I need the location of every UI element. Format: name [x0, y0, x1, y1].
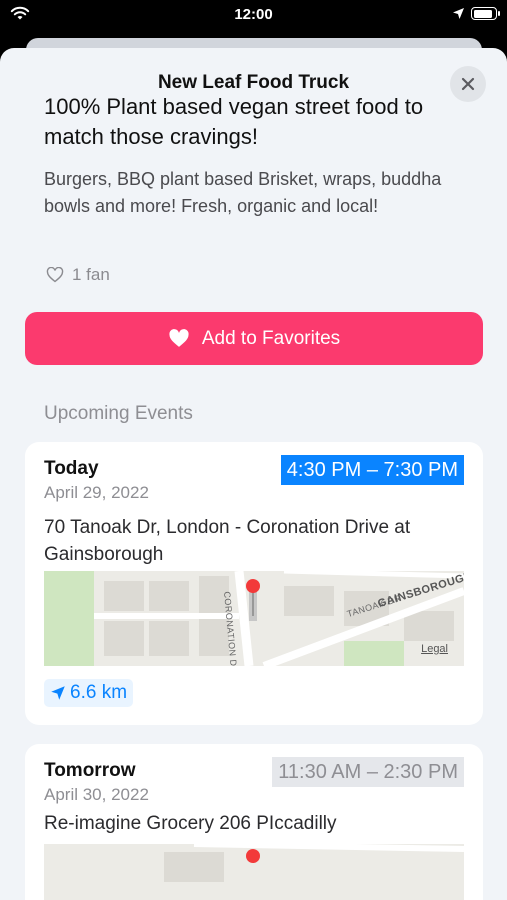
- truck-headline: 100% Plant based vegan street food to ma…: [44, 94, 424, 149]
- event-card[interactable]: Tomorrow April 30, 2022 11:30 AM – 2:30 …: [25, 744, 483, 900]
- battery-icon: [471, 7, 500, 20]
- map-legal-link[interactable]: Legal: [421, 643, 448, 655]
- heart-outline-icon: [46, 267, 64, 283]
- truck-description: Burgers, BBQ plant based Brisket, wraps,…: [44, 169, 442, 216]
- event-date: April 30, 2022: [44, 785, 149, 804]
- event-date: April 29, 2022: [44, 483, 149, 502]
- event-day: Today: [44, 458, 99, 479]
- add-to-favorites-label: Add to Favorites: [201, 327, 341, 349]
- location-arrow-icon: [51, 686, 65, 700]
- status-bar: 12:00: [0, 0, 507, 30]
- event-card[interactable]: Today April 29, 2022 4:30 PM – 7:30 PM 7…: [25, 442, 483, 725]
- upcoming-events-heading: Upcoming Events: [44, 403, 193, 424]
- fan-count-label: 1 fan: [72, 265, 110, 284]
- status-time: 12:00: [234, 6, 273, 23]
- event-address: 70 Tanoak Dr, London - Coronation Drive …: [44, 517, 411, 565]
- location-arrow-icon: [452, 7, 465, 25]
- event-time-badge: 11:30 AM – 2:30 PM: [272, 757, 464, 787]
- event-address: Re-imagine Grocery 206 PIccadilly: [44, 813, 337, 834]
- event-time-badge: 4:30 PM – 7:30 PM: [280, 455, 464, 485]
- fan-count: 1 fan: [46, 265, 110, 285]
- heart-icon: [169, 329, 189, 347]
- distance-label: 6.6 km: [70, 682, 128, 703]
- event-map[interactable]: CORONATION DR TANOAK DR GAINSBOROUGH Leg…: [44, 571, 464, 666]
- distance-badge: 6.6 km: [44, 679, 134, 707]
- event-day: Tomorrow: [44, 760, 136, 781]
- close-icon: [461, 77, 475, 91]
- add-to-favorites-button[interactable]: Add to Favorites: [25, 312, 483, 365]
- sheet-title: New Leaf Food Truck: [157, 72, 350, 93]
- event-map[interactable]: [44, 844, 464, 900]
